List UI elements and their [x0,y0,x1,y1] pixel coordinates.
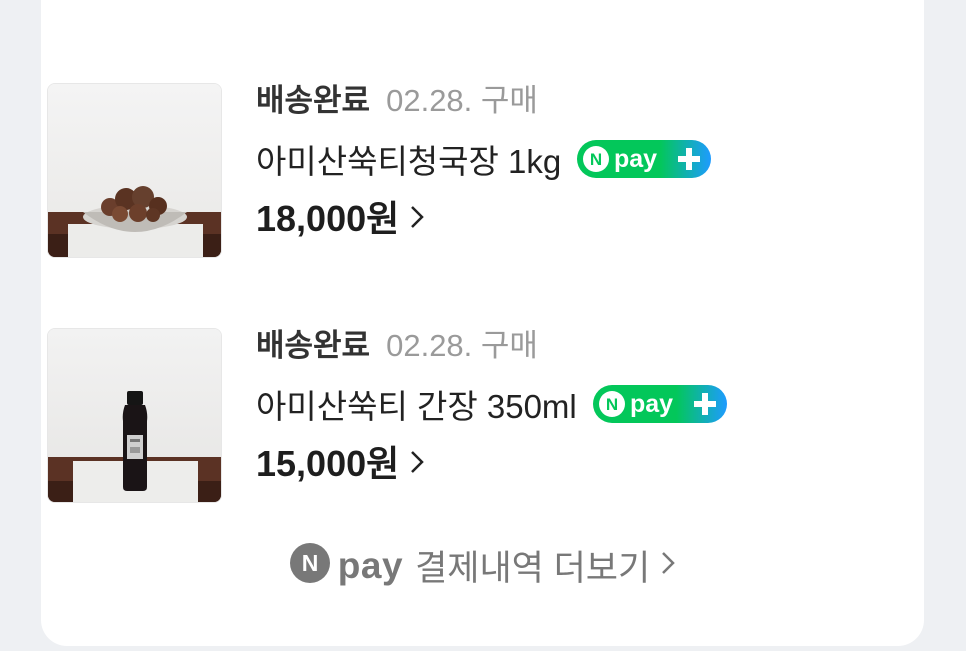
product-name[interactable]: 아미산쑥티 간장 350ml [256,386,577,428]
purchase-date: 02.28. 구매 [386,83,538,118]
npay-plus-badge-icon: N pay [577,140,712,183]
product-thumbnail[interactable] [47,83,222,258]
delivery-status: 배송완료 [256,328,371,363]
more-link-label[interactable]: 결제내역 더보기 [415,540,650,591]
svg-text:N: N [301,550,318,576]
svg-text:N: N [590,150,602,169]
npay-history-more-link[interactable]: N pay 결제내역 더보기 [0,540,966,591]
svg-text:pay: pay [630,390,673,418]
npay-brand-text: pay [337,544,404,586]
svg-text:N: N [606,395,618,414]
chevron-right-icon[interactable] [409,448,425,481]
product-price[interactable]: 18,000원 [256,197,399,241]
order-item[interactable]: 배송완료 02.28. 구매 아미산쑥티청국장 1kg N pay 18,000… [47,83,847,259]
delivery-status: 배송완료 [256,83,371,118]
npay-n-logo-icon: N [289,543,330,588]
product-name[interactable]: 아미산쑥티청국장 1kg [256,141,561,183]
product-price[interactable]: 15,000원 [256,442,399,486]
soybean-balls-bowl-photo-icon [48,84,221,257]
chevron-right-icon[interactable] [660,549,676,582]
order-item[interactable]: 배송완료 02.28. 구매 아미산쑥티 간장 350ml N pay 15,0… [47,328,847,504]
chevron-right-icon[interactable] [409,203,425,236]
product-thumbnail[interactable] [47,328,222,503]
soy-sauce-bottle-photo-icon [48,329,221,502]
npay-plus-badge-icon: N pay [592,385,727,428]
purchase-date: 02.28. 구매 [386,328,538,363]
svg-text:pay: pay [614,145,657,173]
